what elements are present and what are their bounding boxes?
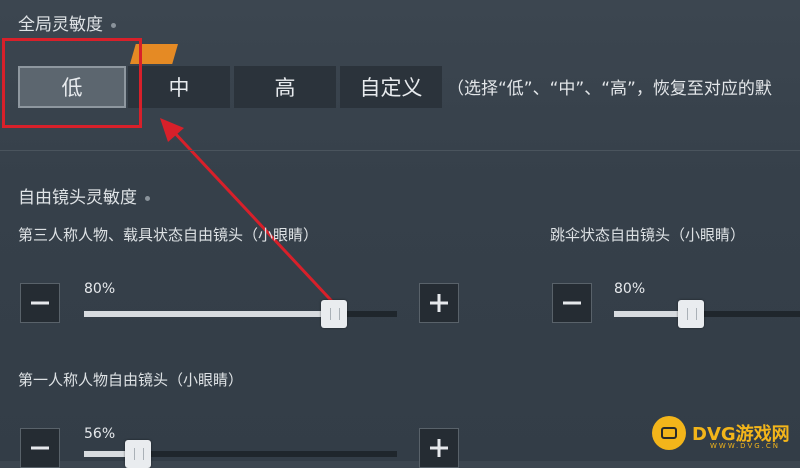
free-cam-heading: 自由镜头灵敏度 (18, 183, 150, 208)
minus-icon (31, 301, 49, 305)
third-person-decrease-button[interactable] (20, 283, 60, 323)
parachute-decrease-button[interactable] (552, 283, 592, 323)
plus-icon (430, 439, 448, 457)
free-cam-title: 自由镜头灵敏度 (18, 188, 137, 208)
minus-icon (563, 301, 581, 305)
watermark-url: WWW.DVG.CN (710, 442, 781, 450)
first-person-decrease-button[interactable] (20, 428, 60, 468)
plus-icon (430, 294, 448, 312)
dvg-watermark-logo: DVG游戏网 WWW.DVG.CN (652, 414, 792, 454)
first-person-label: 第一人称人物自由镜头（小眼睛） (18, 371, 244, 389)
section-divider (0, 150, 800, 151)
gamepad-icon (652, 416, 686, 450)
parachute-percent: 80% (614, 281, 646, 297)
third-person-slider[interactable] (84, 300, 397, 328)
third-person-label: 第三人称人物、载具状态自由镜头（小眼睛） (18, 226, 319, 244)
slider-thumb[interactable] (124, 440, 151, 468)
parachute-label: 跳伞状态自由镜头（小眼睛） (550, 226, 746, 244)
minus-icon (31, 446, 49, 450)
first-person-slider[interactable] (84, 440, 397, 468)
slider-thumb[interactable] (321, 300, 348, 328)
slider-fill (84, 311, 335, 317)
slider-thumb[interactable] (677, 300, 704, 328)
info-dot-icon (145, 195, 150, 201)
first-person-percent: 56% (84, 426, 116, 442)
third-person-increase-button[interactable] (419, 283, 459, 323)
parachute-slider[interactable] (614, 300, 800, 328)
first-person-increase-button[interactable] (419, 428, 459, 468)
third-person-percent: 80% (84, 281, 116, 297)
